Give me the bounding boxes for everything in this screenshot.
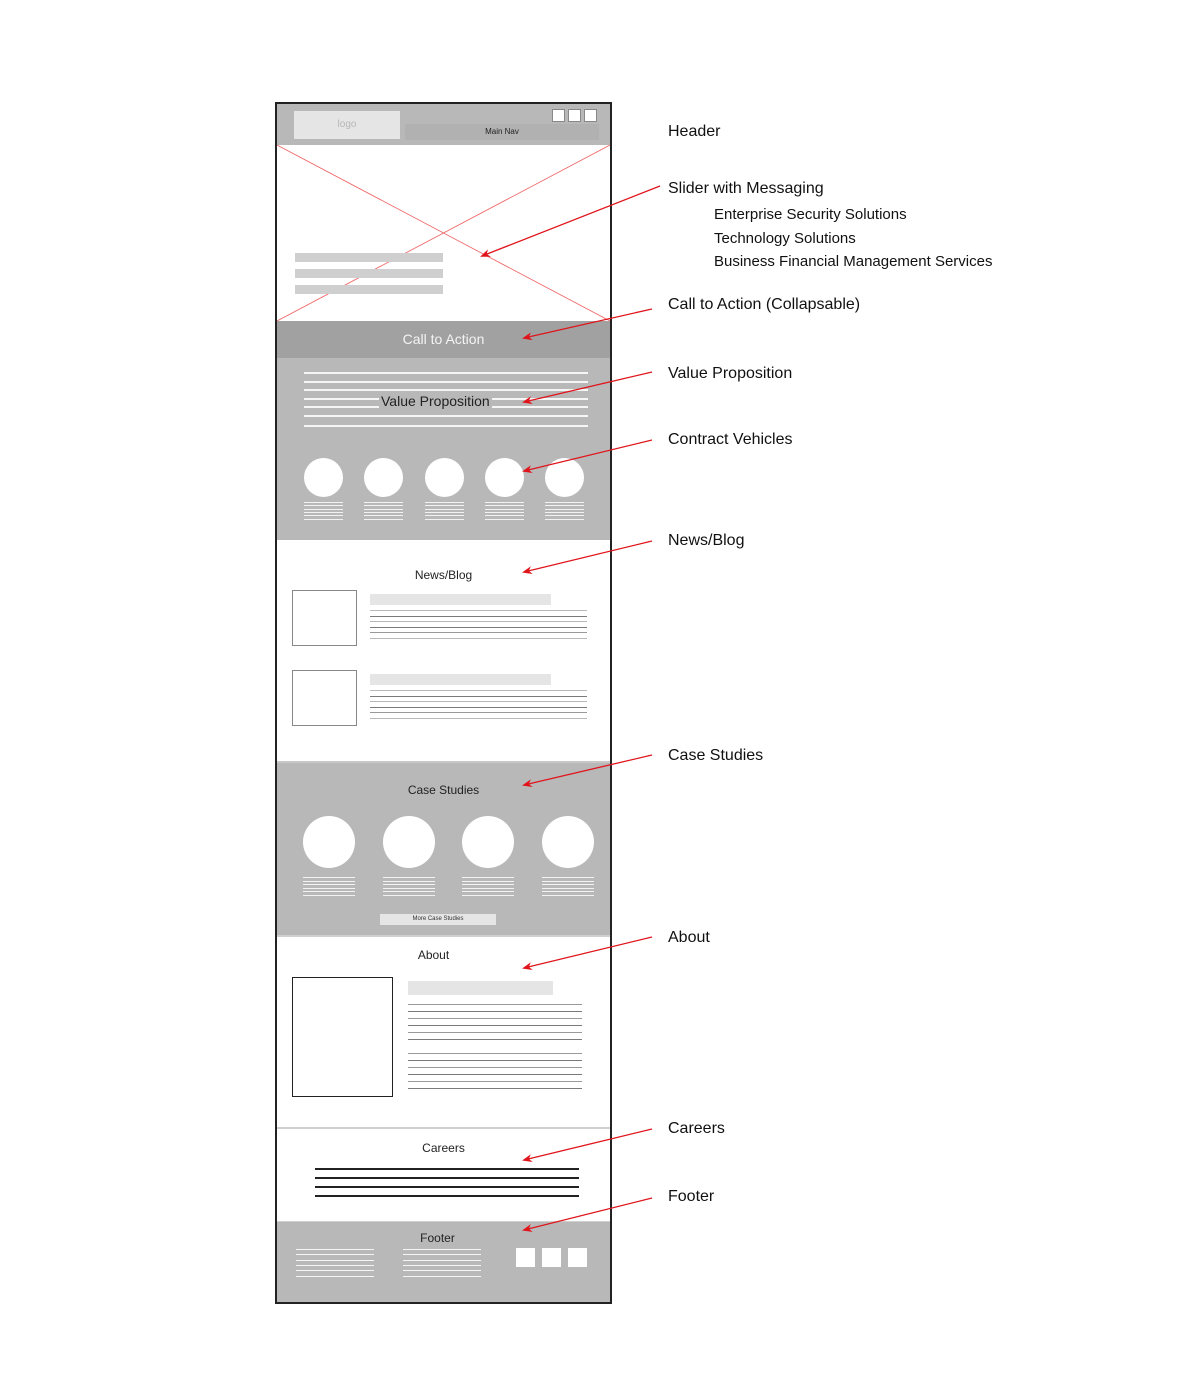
arrow-cta bbox=[522, 308, 653, 341]
arrow-about bbox=[522, 936, 653, 971]
annotation-arrows bbox=[480, 185, 661, 1232]
arrow-news-blog bbox=[522, 540, 653, 575]
arrow-slider bbox=[480, 185, 661, 257]
arrow-value-proposition bbox=[522, 371, 653, 405]
arrow-contract-vehicles bbox=[522, 439, 653, 474]
arrow-case-studies bbox=[522, 754, 653, 788]
arrow-footer bbox=[522, 1197, 653, 1232]
arrow-careers bbox=[522, 1128, 653, 1163]
